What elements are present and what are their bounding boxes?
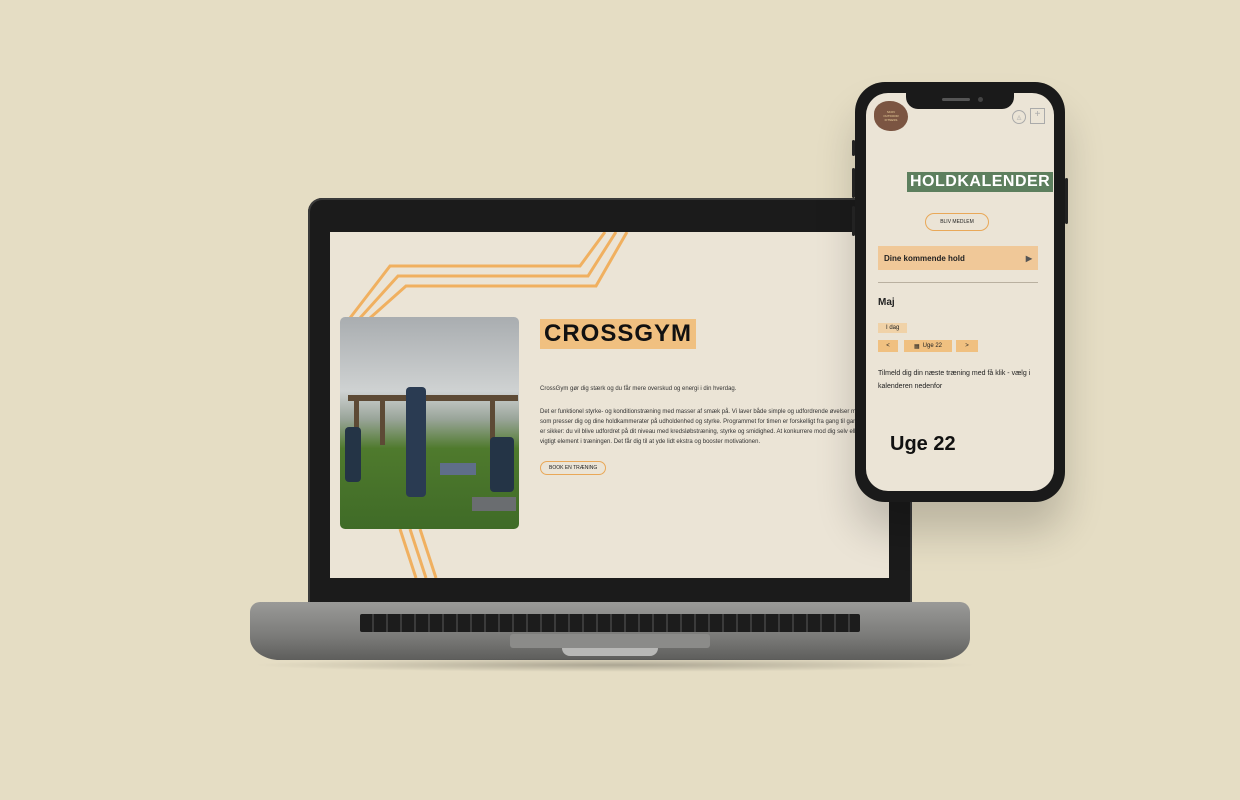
phone-notch — [906, 93, 1014, 109]
calendar-title: HOLDKALENDER — [907, 172, 1054, 192]
upcoming-classes-label: Dine kommende hold — [884, 253, 965, 263]
laptop-base — [250, 602, 970, 660]
calendar-hint: Tilmeld dig din næste træning med få kli… — [878, 370, 1031, 390]
month-label: Maj — [878, 297, 895, 308]
upcoming-classes-toggle[interactable]: Dine kommende hold ▶ — [878, 246, 1038, 270]
phone-side-button — [1065, 178, 1068, 224]
previous-week-button[interactable]: < — [878, 340, 898, 352]
laptop-trackpad — [510, 634, 710, 648]
laptop-lid: CROSSGYM CrossGym gør dig stærk og du få… — [308, 198, 912, 610]
body-text: Det er funktionel styrke- og konditionst… — [540, 409, 889, 445]
week-picker-button[interactable]: ▦ Uge 22 — [904, 340, 952, 352]
photo-post — [380, 395, 385, 445]
laptop-hinge-notch — [562, 648, 658, 656]
brand-logo[interactable]: SKOV OUTDOOR FITNESS — [874, 101, 908, 131]
photo-person — [490, 437, 514, 492]
photo-mat — [472, 497, 516, 511]
play-arrow-icon: ▶ — [1025, 253, 1032, 263]
phone-side-button — [852, 206, 855, 236]
laptop-shadow — [250, 658, 980, 672]
phone-camera — [978, 97, 983, 102]
calendar-icon: ▦ — [913, 343, 920, 350]
menu-icon[interactable]: + — [1030, 108, 1045, 124]
laptop-screen: CROSSGYM CrossGym gør dig stærk og du få… — [330, 232, 889, 578]
intro-text: CrossGym gør dig stærk og du får mere ov… — [540, 386, 737, 392]
week-picker-label: Uge 22 — [922, 343, 943, 349]
divider — [878, 282, 1038, 283]
laptop-keyboard — [360, 614, 860, 632]
today-button[interactable]: I dag — [878, 323, 908, 333]
phone-speaker — [942, 98, 970, 101]
user-icon[interactable]: ◬ — [1012, 110, 1026, 124]
next-week-button[interactable]: > — [956, 340, 978, 352]
phone-screen: SKOV OUTDOOR FITNESS ◬ + HOLDKALENDER BL… — [866, 93, 1054, 491]
photo-person — [345, 427, 361, 482]
week-heading: Uge 22 — [890, 433, 956, 455]
phone-side-button — [852, 140, 855, 156]
become-member-button[interactable]: BLIV MEDLEM — [925, 213, 989, 231]
phone-side-button — [852, 168, 855, 198]
photo-mat — [440, 463, 476, 475]
phone-mockup: SKOV OUTDOOR FITNESS ◬ + HOLDKALENDER BL… — [852, 82, 1068, 502]
photo-person — [406, 387, 426, 497]
page-title: CROSSGYM — [540, 319, 697, 349]
crossgym-photo — [340, 317, 519, 529]
book-training-button[interactable]: BOOK EN TRÆNING — [540, 461, 607, 475]
logo-text: SKOV OUTDOOR FITNESS — [883, 110, 899, 122]
